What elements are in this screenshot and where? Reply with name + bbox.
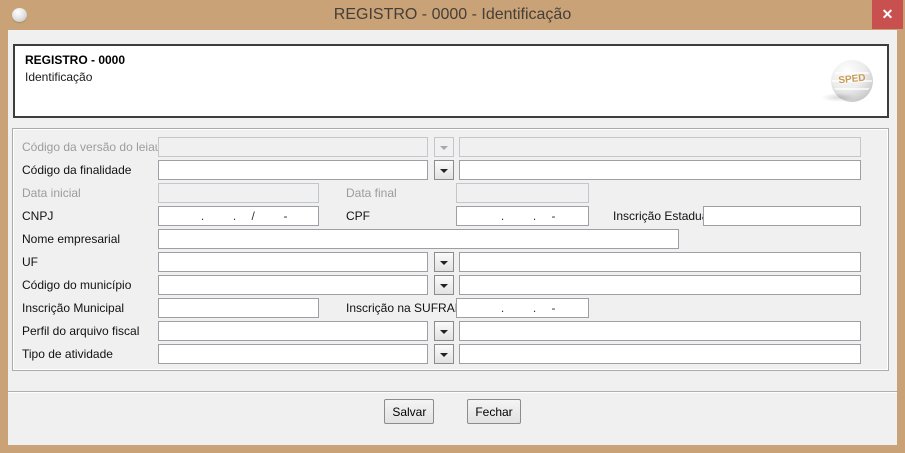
register-name-subheading: Identificação: [25, 70, 93, 84]
identification-form-panel: Código da versão do leiaute Código da fi…: [12, 128, 889, 371]
dialog-window: REGISTRO - 0000 - Identificação ✕ REGIST…: [0, 0, 905, 453]
chevron-down-icon: [440, 261, 448, 265]
layout-version-label: Código da versão do leiaute: [22, 140, 172, 154]
uf-input[interactable]: [158, 252, 428, 272]
chevron-down-icon: [440, 169, 448, 173]
fiscal-file-profile-label: Perfil do arquivo fiscal: [22, 324, 140, 338]
company-name-input[interactable]: [158, 229, 679, 249]
municipal-registration-input[interactable]: [158, 298, 319, 318]
start-date-input: [158, 183, 319, 203]
cnpj-input[interactable]: [158, 206, 319, 226]
cpf-label: CPF: [346, 209, 370, 223]
municipality-code-label: Código do município: [22, 278, 132, 292]
activity-type-label: Tipo de atividade: [22, 347, 113, 361]
cpf-input[interactable]: [456, 206, 589, 226]
window-title: REGISTRO - 0000 - Identificação: [333, 6, 572, 23]
municipality-code-input[interactable]: [158, 275, 428, 295]
activity-type-description-input[interactable]: [459, 344, 861, 364]
footer-button-bar: Salvar Fechar: [8, 399, 897, 424]
chevron-down-icon: [440, 284, 448, 288]
client-area: REGISTRO - 0000 Identificação SPED Códig…: [8, 30, 897, 445]
activity-type-dropdown-button[interactable]: [434, 344, 454, 364]
sped-logo-label: SPED: [837, 72, 867, 87]
activity-type-input[interactable]: [158, 344, 428, 364]
state-registration-label: Inscrição Estadual: [613, 209, 712, 223]
layout-version-description-input: [459, 137, 861, 157]
register-code-heading: REGISTRO - 0000: [25, 53, 126, 67]
layout-version-dropdown-button: [434, 137, 454, 157]
chevron-down-icon: [440, 353, 448, 357]
chevron-down-icon: [440, 330, 448, 334]
close-icon[interactable]: ✕: [872, 0, 903, 29]
end-date-label: Data final: [346, 186, 397, 200]
start-date-label: Data inicial: [22, 186, 81, 200]
chevron-down-icon: [440, 146, 448, 150]
fiscal-file-profile-input[interactable]: [158, 321, 428, 341]
sped-logo-icon: SPED: [821, 60, 873, 102]
close-button[interactable]: Fechar: [467, 399, 521, 424]
uf-dropdown-button[interactable]: [434, 252, 454, 272]
footer-divider: [8, 391, 897, 393]
company-name-label: Nome empresarial: [22, 232, 121, 246]
fiscal-file-profile-dropdown-button[interactable]: [434, 321, 454, 341]
uf-description-input[interactable]: [459, 252, 861, 272]
municipality-code-description-input[interactable]: [459, 275, 861, 295]
municipal-registration-label: Inscrição Municipal: [22, 301, 125, 315]
purpose-code-label: Código da finalidade: [22, 163, 132, 177]
state-registration-input[interactable]: [703, 206, 861, 226]
purpose-code-description-input[interactable]: [459, 160, 861, 180]
cnpj-label: CNPJ: [22, 209, 54, 223]
municipality-code-dropdown-button[interactable]: [434, 275, 454, 295]
purpose-code-input[interactable]: [158, 160, 428, 180]
title-bar[interactable]: REGISTRO - 0000 - Identificação ✕: [0, 0, 905, 30]
fiscal-file-profile-description-input[interactable]: [459, 321, 861, 341]
save-button[interactable]: Salvar: [384, 399, 435, 424]
purpose-code-dropdown-button[interactable]: [434, 160, 454, 180]
register-header-panel: REGISTRO - 0000 Identificação SPED: [13, 44, 889, 118]
layout-version-input: [158, 137, 428, 157]
suframa-registration-label: Inscrição na SUFRAMA: [346, 301, 473, 315]
uf-label: UF: [22, 255, 38, 269]
end-date-input: [456, 183, 589, 203]
suframa-registration-input[interactable]: [456, 298, 589, 318]
